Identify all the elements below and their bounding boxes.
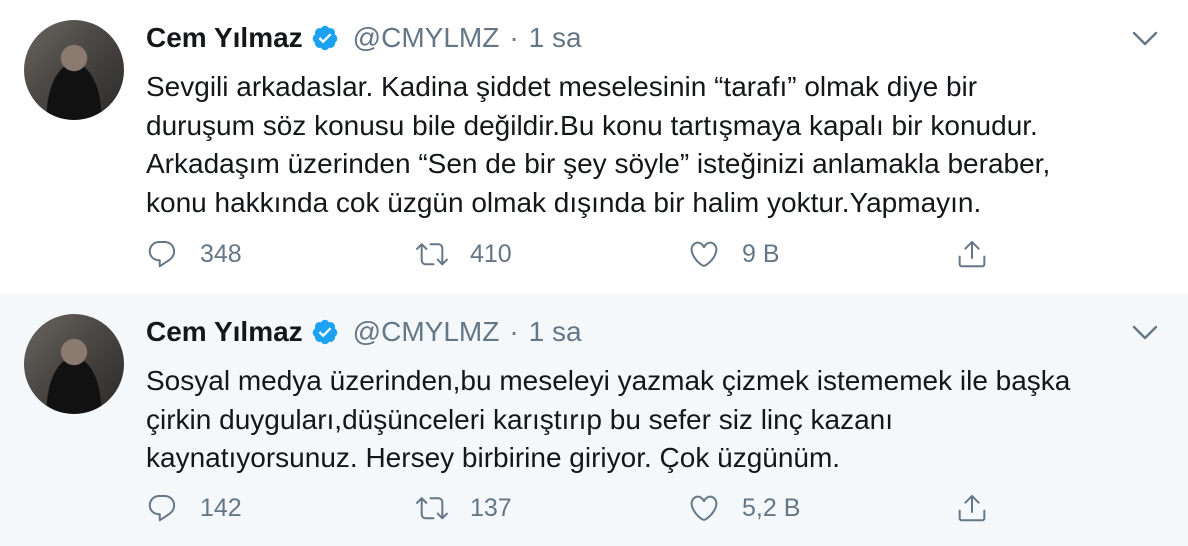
timestamp[interactable]: 1 sa [529,22,582,54]
tweet-actions: 348 410 9 B [146,234,1006,274]
share-button[interactable] [956,488,1010,528]
like-count: 9 B [742,239,780,268]
author-handle[interactable]: @CMYLMZ [353,316,500,348]
like-icon [690,241,718,267]
reply-button[interactable]: 142 [146,488,242,528]
verified-badge-icon [312,319,337,345]
reply-button[interactable]: 348 [146,234,242,274]
share-button[interactable] [956,234,1010,274]
author-name[interactable]: Cem Yılmaz [146,22,303,54]
tweet[interactable]: Cem Yılmaz @CMYLMZ · 1 sa Sevgili arkada… [0,0,1188,294]
like-count: 5,2 B [742,493,801,522]
timestamp[interactable]: 1 sa [529,316,582,348]
like-button[interactable]: 9 B [688,234,780,274]
share-icon [958,495,986,522]
tweet-header: Cem Yılmaz @CMYLMZ · 1 sa [146,316,582,348]
avatar[interactable] [24,314,124,414]
avatar[interactable] [24,20,124,120]
share-icon [958,241,986,268]
reply-count: 348 [200,239,242,268]
retweet-icon [416,497,448,520]
reply-icon [148,494,176,522]
reply-icon [148,240,176,268]
retweet-button[interactable]: 410 [416,234,512,274]
author-name[interactable]: Cem Yılmaz [146,316,303,348]
like-icon [690,495,718,521]
chevron-down-icon[interactable] [1132,324,1158,342]
retweet-button[interactable]: 137 [416,488,512,528]
tweet-actions: 142 137 5,2 B [146,488,1006,528]
verified-badge-icon [312,25,337,51]
tweet[interactable]: Cem Yılmaz @CMYLMZ · 1 sa Sosyal medya ü… [0,294,1188,546]
tweet-text: Sevgili arkadaslar. Kadina şiddet mesele… [146,71,1051,218]
retweet-count: 137 [470,493,512,522]
chevron-down-icon[interactable] [1132,30,1158,48]
author-handle[interactable]: @CMYLMZ [353,22,500,54]
retweet-count: 410 [470,239,512,268]
like-button[interactable]: 5,2 B [688,488,800,528]
retweet-icon [416,243,448,266]
separator-dot: · [509,316,519,347]
tweet-header: Cem Yılmaz @CMYLMZ · 1 sa [146,22,582,54]
separator-dot: · [509,22,519,53]
tweet-text: Sosyal medya üzerinden,bu meseleyi yazma… [146,365,1071,473]
reply-count: 142 [200,493,242,522]
